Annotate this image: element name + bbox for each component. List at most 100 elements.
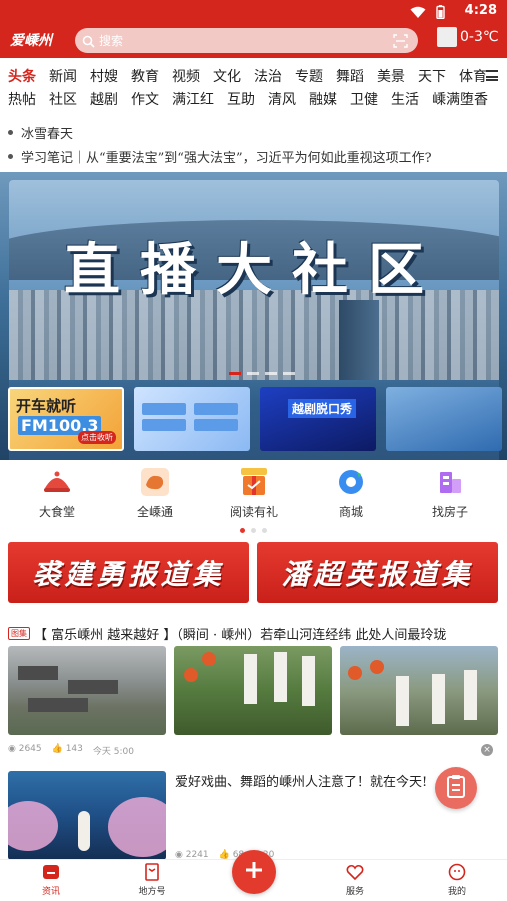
promo-pan-chaoying[interactable]: 潘超英报道集 bbox=[257, 542, 498, 603]
tab-video[interactable]: 视频 bbox=[172, 66, 200, 86]
shortcut-label: 阅读有礼 bbox=[229, 505, 278, 519]
tab-headlines[interactable]: 头条 bbox=[8, 66, 36, 86]
news-title[interactable]: 爱好戏曲、舞蹈的嵊州人注意了！就在今天! bbox=[175, 771, 455, 790]
headline-text: 冰雪春天 bbox=[21, 126, 74, 142]
channel-tabs: 头条 新闻 村嫂 教育 视频 文化 法治 专题 舞蹈 美景 天下 体育 热帖 社… bbox=[0, 58, 507, 112]
shortcut-find-house[interactable]: 找房子 bbox=[410, 465, 490, 520]
pager-dot bbox=[262, 528, 267, 533]
news-feed-icon bbox=[42, 863, 60, 881]
shortcut-read-gift[interactable]: 阅读有礼 bbox=[214, 465, 294, 520]
tab-manjianghong[interactable]: 满江红 bbox=[172, 89, 214, 109]
thumb-fm-radio[interactable]: 开车就听 FM100.3 点击收听 bbox=[8, 387, 124, 451]
tab-news[interactable]: 新闻 bbox=[49, 66, 77, 86]
tab-culture[interactable]: 文化 bbox=[213, 66, 241, 86]
gallery-photo[interactable] bbox=[340, 646, 498, 735]
system-icons bbox=[410, 4, 445, 23]
tab-village[interactable]: 村嫂 bbox=[90, 66, 118, 86]
tab-community[interactable]: 社区 bbox=[49, 89, 77, 109]
tab-health[interactable]: 卫健 bbox=[350, 89, 378, 109]
thumb-block bbox=[142, 419, 186, 431]
tab-local[interactable]: 地方号 bbox=[122, 863, 182, 897]
tab-education[interactable]: 教育 bbox=[131, 66, 159, 86]
view-count: ◉ 2645 bbox=[8, 744, 42, 754]
photo-detail bbox=[184, 668, 198, 682]
gallery-photo[interactable] bbox=[8, 646, 166, 735]
scan-icon[interactable] bbox=[393, 33, 408, 52]
thumb-service[interactable] bbox=[134, 387, 250, 451]
map-icon bbox=[138, 465, 172, 499]
news-title: 【 富乐嵊州 越来越好 】（瞬间 · 嵊州）若牵山河连经纬 此处人间最玲珑 bbox=[34, 628, 447, 643]
news-thumbnail[interactable] bbox=[8, 771, 166, 860]
photo-detail bbox=[302, 656, 315, 706]
photo-detail bbox=[348, 666, 362, 680]
photo-detail bbox=[274, 652, 287, 702]
promo-text: 潘超英报道集 bbox=[281, 557, 474, 591]
photo-detail bbox=[244, 654, 257, 704]
tab-qingfeng[interactable]: 清风 bbox=[268, 89, 296, 109]
app-logo[interactable]: 爱嵊州 bbox=[10, 30, 52, 50]
tab-dance[interactable]: 舞蹈 bbox=[336, 66, 364, 86]
thumb-river[interactable] bbox=[386, 387, 502, 451]
tab-law[interactable]: 法治 bbox=[254, 66, 282, 86]
close-icon[interactable]: × bbox=[481, 744, 493, 756]
news-title-row[interactable]: 图集 【 富乐嵊州 越来越好 】（瞬间 · 嵊州）若牵山河连经纬 此处人间最玲珑 bbox=[8, 624, 500, 643]
weather-widget[interactable]: 0-3℃ bbox=[437, 27, 499, 47]
gift-icon bbox=[237, 465, 271, 499]
photo-detail bbox=[396, 676, 409, 726]
tab-mutual-aid[interactable]: 互助 bbox=[227, 89, 255, 109]
tab-label: 地方号 bbox=[138, 887, 166, 897]
like-count: 👍 143 bbox=[51, 744, 83, 754]
tab-yue-opera[interactable]: 越剧 bbox=[90, 89, 118, 109]
tab-service[interactable]: 服务 bbox=[325, 863, 385, 897]
headline-item[interactable]: 冰雪春天 bbox=[8, 120, 498, 144]
publish-button[interactable] bbox=[232, 850, 276, 894]
clock: 4:28 bbox=[464, 3, 497, 18]
photo-detail bbox=[18, 666, 58, 680]
tab-sports[interactable]: 体育 bbox=[459, 66, 487, 86]
tab-hot-posts[interactable]: 热帖 bbox=[8, 89, 36, 109]
tab-life[interactable]: 生活 bbox=[391, 89, 419, 109]
carousel-dot bbox=[265, 372, 277, 375]
heart-icon bbox=[346, 863, 364, 881]
shortcut-canteen[interactable]: 大食堂 bbox=[17, 465, 97, 520]
shortcut-mall[interactable]: 商城 bbox=[311, 465, 391, 520]
carousel-dot bbox=[247, 372, 259, 375]
search-bar[interactable]: 搜索 bbox=[75, 28, 418, 53]
pager-dot bbox=[240, 528, 245, 533]
news-gallery bbox=[8, 646, 498, 735]
photo-detail bbox=[28, 698, 88, 712]
headline-list: 冰雪春天 学习笔记｜从“重要法宝”到“强大法宝”，习近平为何如此重视这项工作? bbox=[8, 120, 498, 168]
promo-qiu-jianyong[interactable]: 裘建勇报道集 bbox=[8, 542, 249, 603]
bullet-icon bbox=[8, 153, 13, 159]
photo-detail bbox=[432, 674, 445, 724]
gallery-badge: 图集 bbox=[8, 627, 30, 640]
headline-item[interactable]: 学习笔记｜从“重要法宝”到“强大法宝”，习近平为何如此重视这项工作? bbox=[8, 144, 498, 168]
photo-detail bbox=[8, 801, 58, 851]
thumb-opera-talkshow[interactable]: 越剧脱口秀 bbox=[260, 387, 376, 451]
app-header: 爱嵊州 搜索 0-3℃ bbox=[0, 22, 507, 58]
tab-topics[interactable]: 专题 bbox=[295, 66, 323, 86]
carousel-dot bbox=[229, 372, 241, 375]
channel-menu-icon[interactable] bbox=[486, 70, 498, 81]
weather-icon bbox=[437, 27, 457, 47]
shortcut-label: 全嵊通 bbox=[136, 505, 173, 519]
floating-clipboard-button[interactable] bbox=[435, 767, 477, 809]
weather-temp: 0-3℃ bbox=[460, 29, 499, 45]
tab-world[interactable]: 天下 bbox=[418, 66, 446, 86]
tab-fragrance[interactable]: 嵊满堕香 bbox=[432, 89, 488, 109]
tab-news-feed[interactable]: 资讯 bbox=[21, 863, 81, 897]
publish-time: 今天 5:00 bbox=[92, 747, 134, 757]
thumb-text: 越剧脱口秀 bbox=[288, 399, 357, 418]
shortcut-quanshengtong[interactable]: 全嵊通 bbox=[115, 465, 195, 520]
carousel-indicator bbox=[229, 372, 295, 375]
thumb-text: 开车就听 bbox=[16, 397, 77, 415]
tab-essay[interactable]: 作文 bbox=[131, 89, 159, 109]
tab-scenery[interactable]: 美景 bbox=[377, 66, 405, 86]
shortcut-pager bbox=[240, 528, 267, 533]
photo-detail bbox=[68, 680, 118, 694]
wifi-icon bbox=[410, 4, 426, 23]
gallery-photo[interactable] bbox=[174, 646, 332, 735]
tab-label: 服务 bbox=[345, 887, 364, 897]
tab-mine[interactable]: 我的 bbox=[427, 863, 487, 897]
tab-media[interactable]: 融媒 bbox=[309, 89, 337, 109]
